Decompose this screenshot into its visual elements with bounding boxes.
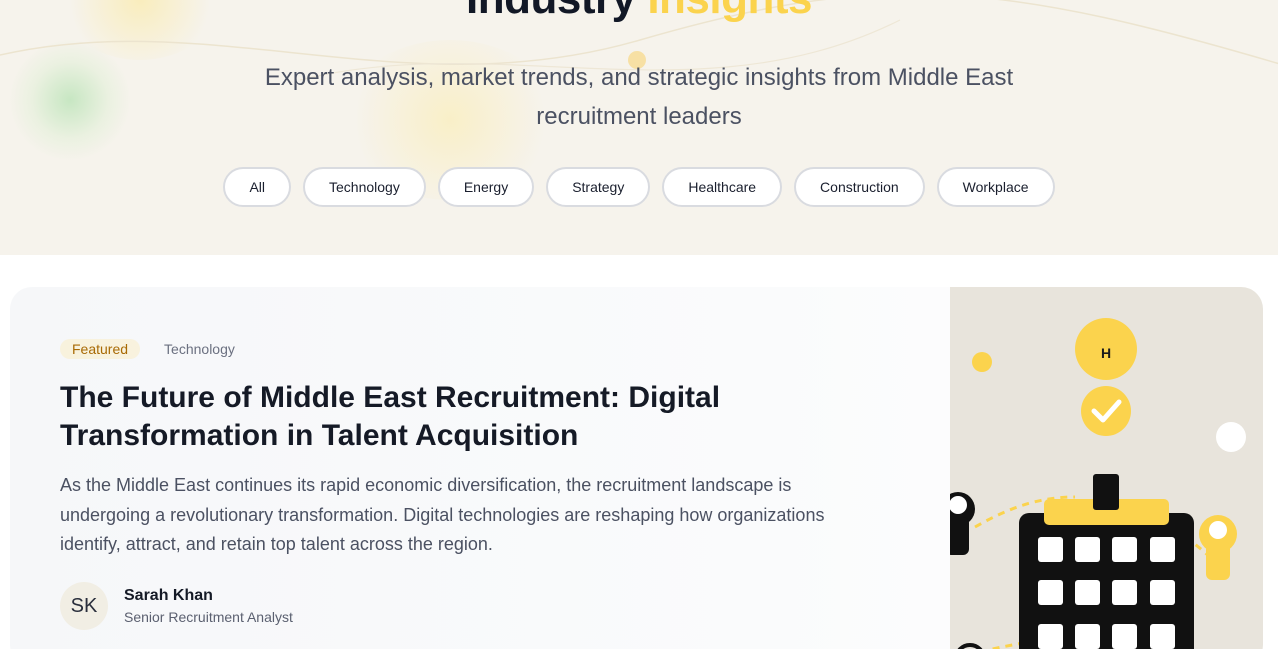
author-block: SK Sarah Khan Senior Recruitment Analyst	[60, 582, 293, 630]
svg-text:H: H	[1101, 345, 1111, 361]
article-illustration: H	[941, 287, 1263, 649]
avatar: SK	[60, 582, 108, 630]
featured-badge: Featured	[60, 339, 141, 359]
person-icon	[941, 492, 975, 555]
filter-strategy[interactable]: Strategy	[546, 167, 651, 207]
filter-technology[interactable]: Technology	[303, 167, 426, 207]
filter-all[interactable]: All	[223, 167, 292, 207]
filter-healthcare[interactable]: Healthcare	[662, 167, 783, 207]
author-role: Senior Recruitment Analyst	[124, 609, 293, 625]
featured-article-card[interactable]: Featured Technology The Future of Middle…	[10, 287, 1263, 649]
person-icon	[1199, 515, 1237, 580]
page-title: Industry Insights	[0, 0, 1278, 24]
check-icon	[1081, 386, 1131, 436]
building-icon	[1019, 474, 1194, 649]
hospital-badge-icon: H	[1075, 318, 1137, 380]
page-subtitle: Expert analysis, market trends, and stra…	[264, 64, 1014, 130]
filter-construction[interactable]: Construction	[794, 167, 925, 207]
filter-workplace[interactable]: Workplace	[936, 167, 1055, 207]
page-title-main: Industry	[466, 0, 636, 23]
filter-energy[interactable]: Energy	[437, 167, 535, 207]
author-name: Sarah Khan	[124, 587, 213, 604]
article-title[interactable]: The Future of Middle East Recruitment: D…	[60, 379, 840, 455]
article-excerpt: As the Middle East continues its rapid e…	[60, 475, 825, 554]
article-tags: Featured Technology	[60, 339, 235, 359]
category-filters: All Technology Energy Strategy Healthcar…	[0, 167, 1278, 207]
page-title-accent: Insights	[647, 0, 812, 23]
illustration-graphic: H	[941, 318, 1246, 649]
category-label: Technology	[164, 341, 235, 357]
hero-section: Industry Insights Expert analysis, marke…	[0, 0, 1278, 255]
